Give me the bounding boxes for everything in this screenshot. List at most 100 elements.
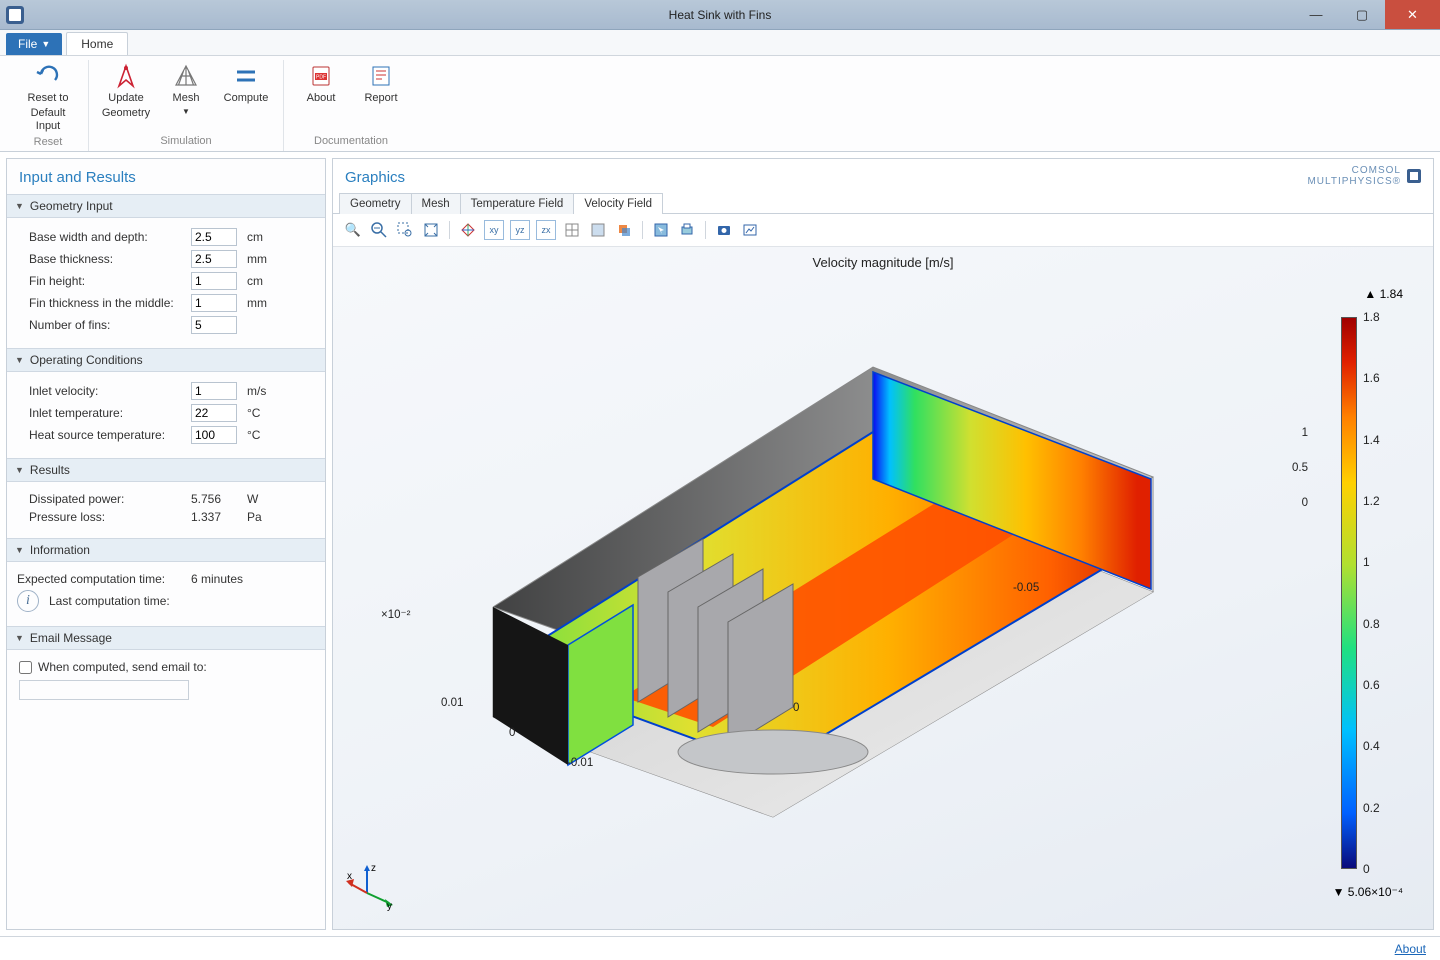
expected-computation-time: 6 minutes <box>191 572 243 586</box>
colorbar-tick: 1 <box>1363 555 1370 569</box>
zoom-in-icon[interactable]: 🔍 <box>343 220 363 240</box>
yz-view-icon[interactable]: yz <box>510 220 530 240</box>
close-button[interactable]: ✕ <box>1385 0 1440 29</box>
colorbar-tick: 1.8 <box>1363 310 1380 324</box>
graphics-toolbar: 🔍 xy yz zx <box>333 214 1433 247</box>
equals-icon <box>232 62 260 90</box>
file-menu[interactable]: File▼ <box>6 33 62 55</box>
ribbon-group-documentation: PDF About Report Documentation <box>284 60 418 151</box>
number-of-fins-input[interactable] <box>191 316 237 334</box>
colorbar-tick: 0.8 <box>1363 617 1380 631</box>
chevron-down-icon: ▼ <box>15 633 24 643</box>
zoom-out-icon[interactable] <box>369 220 389 240</box>
graphics-title: Graphics <box>333 159 1433 192</box>
mesh-icon <box>172 62 200 90</box>
dissipated-power-value: 5.756 <box>191 492 237 506</box>
axis-triad: z y x <box>347 861 397 911</box>
graphics-tabs: Geometry Mesh Temperature Field Velocity… <box>333 192 1433 214</box>
about-button[interactable]: PDF About <box>294 60 348 107</box>
panel-title: Input and Results <box>7 159 325 194</box>
plot-title: Velocity magnitude [m/s] <box>813 255 954 270</box>
graphics-canvas[interactable]: Velocity magnitude [m/s] <box>333 247 1433 929</box>
ribbon-group-reset: Reset to Default Input Reset <box>8 60 89 151</box>
fin-height-input[interactable] <box>191 272 237 290</box>
default-view-icon[interactable] <box>458 220 478 240</box>
title-bar: Heat Sink with Fins — ▢ ✕ <box>0 0 1440 30</box>
svg-text:x: x <box>347 871 352 882</box>
section-operating-conditions[interactable]: ▼Operating Conditions <box>7 348 325 372</box>
colorbar-tick: 0.6 <box>1363 678 1380 692</box>
colorbar: ▲ 1.84 1.8 1.6 1.4 1.2 1 0.8 0.6 0.4 0.2 0 ▼ 5.06… <box>1323 287 1403 899</box>
comsol-brand: COMSOLMULTIPHYSICS® <box>1307 165 1421 187</box>
zoom-extents-icon[interactable] <box>421 220 441 240</box>
graphics-panel: Graphics COMSOLMULTIPHYSICS® Geometry Me… <box>332 158 1434 930</box>
update-geometry-button[interactable]: UpdateGeometry <box>99 60 153 122</box>
chevron-down-icon: ▼ <box>15 355 24 365</box>
velocity-field-scene <box>393 307 1173 827</box>
tab-home[interactable]: Home <box>66 32 128 55</box>
comsol-logo-icon <box>1407 169 1421 183</box>
svg-text:z: z <box>371 863 376 874</box>
section-information[interactable]: ▼Information <box>7 538 325 562</box>
chevron-down-icon: ▼ <box>15 201 24 211</box>
undo-icon <box>34 62 62 90</box>
inlet-velocity-input[interactable] <box>191 382 237 400</box>
svg-text:y: y <box>387 901 392 912</box>
section-email-message[interactable]: ▼Email Message <box>7 626 325 650</box>
xy-view-icon[interactable]: xy <box>484 220 504 240</box>
caret-down-icon: ▼ <box>41 39 50 49</box>
mesh-button[interactable]: Mesh▼ <box>159 60 213 122</box>
reset-to-default-button[interactable]: Reset to Default Input <box>18 60 78 136</box>
about-link[interactable]: About <box>1395 942 1426 956</box>
colorbar-tick: 1.6 <box>1363 371 1380 385</box>
colorbar-min: ▼ 5.06×10⁻⁴ <box>1333 885 1403 899</box>
export-image-icon[interactable] <box>740 220 760 240</box>
report-button[interactable]: Report <box>354 60 408 107</box>
base-thickness-input[interactable] <box>191 250 237 268</box>
section-geometry-input[interactable]: ▼Geometry Input <box>7 194 325 218</box>
snapshot-icon[interactable] <box>714 220 734 240</box>
report-icon <box>367 62 395 90</box>
tab-velocity-field[interactable]: Velocity Field <box>573 193 663 214</box>
colorbar-tick: 0 <box>1363 862 1370 876</box>
send-email-checkbox[interactable] <box>19 661 32 674</box>
maximize-button[interactable]: ▢ <box>1339 0 1385 29</box>
pressure-loss-value: 1.337 <box>191 510 237 524</box>
tab-geometry[interactable]: Geometry <box>339 193 412 214</box>
chevron-down-icon: ▼ <box>15 545 24 555</box>
print-icon[interactable] <box>677 220 697 240</box>
ribbon: Reset to Default Input Reset UpdateGeome… <box>0 56 1440 152</box>
zx-view-icon[interactable]: zx <box>536 220 556 240</box>
transparency-icon[interactable] <box>614 220 634 240</box>
minimize-button[interactable]: — <box>1293 0 1339 29</box>
fin-thickness-input[interactable] <box>191 294 237 312</box>
status-bar: About <box>0 936 1440 960</box>
colorbar-tick: 0.4 <box>1363 739 1380 753</box>
tab-temperature-field[interactable]: Temperature Field <box>460 193 575 214</box>
compute-button[interactable]: Compute <box>219 60 273 122</box>
ribbon-group-simulation: UpdateGeometry Mesh▼ Compute Simulation <box>89 60 284 151</box>
colorbar-max: ▲ 1.84 <box>1364 287 1403 301</box>
window-title: Heat Sink with Fins <box>669 8 772 22</box>
inlet-temperature-input[interactable] <box>191 404 237 422</box>
input-results-panel: Input and Results ▼Geometry Input Base w… <box>6 158 326 930</box>
caret-down-icon: ▼ <box>182 107 190 117</box>
info-icon: i <box>17 590 39 612</box>
email-input[interactable] <box>19 680 189 700</box>
section-results[interactable]: ▼Results <box>7 458 325 482</box>
scene-light-icon[interactable] <box>588 220 608 240</box>
app-icon <box>6 6 24 24</box>
svg-text:PDF: PDF <box>316 75 326 81</box>
grid-icon[interactable] <box>562 220 582 240</box>
tab-mesh[interactable]: Mesh <box>411 193 461 214</box>
colorbar-tick: 1.2 <box>1363 494 1380 508</box>
colorbar-tick: 0.2 <box>1363 801 1380 815</box>
chevron-down-icon: ▼ <box>15 465 24 475</box>
colorbar-tick: 1.4 <box>1363 433 1380 447</box>
menu-bar: File▼ Home <box>0 30 1440 56</box>
heat-source-temperature-input[interactable] <box>191 426 237 444</box>
base-width-depth-input[interactable] <box>191 228 237 246</box>
pdf-icon: PDF <box>307 62 335 90</box>
zoom-box-icon[interactable] <box>395 220 415 240</box>
select-icon[interactable] <box>651 220 671 240</box>
